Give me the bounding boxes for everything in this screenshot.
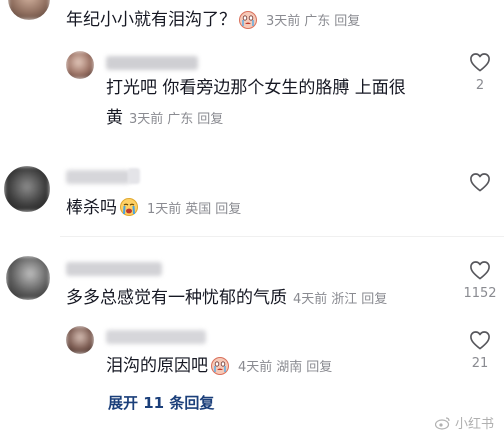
comment-time: 3天前 <box>129 112 164 127</box>
weibo-logo-icon <box>434 416 450 430</box>
username-blurred[interactable] <box>106 56 198 70</box>
comment-text: 年纪小小就有泪沟了？ 3天前 广东 回复 <box>66 10 361 30</box>
comment-text: 多多总感觉有一种忧郁的气质 4天前 浙江 回复 <box>66 288 388 308</box>
comment-time: 3天前 <box>266 14 301 29</box>
crying-face-emoji-icon <box>239 11 257 29</box>
like-button[interactable]: 2 <box>460 52 500 93</box>
comment-location: 广东 <box>304 14 331 29</box>
heart-icon <box>470 331 490 350</box>
reply-button[interactable]: 回复 <box>197 112 223 127</box>
watermark-text: 小红书 <box>454 417 494 432</box>
reply-button[interactable]: 回复 <box>361 292 387 307</box>
username-blurred[interactable] <box>66 170 130 184</box>
heart-icon <box>470 173 490 192</box>
divider <box>60 236 504 237</box>
comment-time: 4天前 <box>238 360 273 375</box>
like-count: 21 <box>471 356 489 371</box>
like-button[interactable]: 1152 <box>460 260 500 301</box>
avatar[interactable] <box>66 326 94 354</box>
watermark: 小红书 <box>434 413 494 432</box>
crying-face-emoji-icon <box>120 198 138 216</box>
comment-location: 浙江 <box>331 292 358 307</box>
like-button[interactable] <box>460 172 500 192</box>
username-blurred[interactable] <box>66 262 162 276</box>
crying-face-emoji-icon <box>211 357 229 375</box>
comment-location: 广东 <box>167 112 194 127</box>
comment-time: 4天前 <box>293 292 328 307</box>
reply-button[interactable]: 回复 <box>334 14 360 29</box>
username-blurred[interactable] <box>106 330 206 344</box>
comment-time: 1天前 <box>147 202 182 217</box>
like-button[interactable]: 21 <box>460 330 500 371</box>
like-count: 1152 <box>463 286 497 301</box>
avatar[interactable] <box>6 256 50 300</box>
comment-location: 湖南 <box>276 360 303 375</box>
reply-button[interactable]: 回复 <box>306 360 332 375</box>
comment-text-continued: 黄 3天前 广东 回复 <box>106 108 224 128</box>
reply-button[interactable]: 回复 <box>215 202 241 217</box>
comment-text: 泪沟的原因吧 4天前 湖南 回复 <box>106 356 333 376</box>
like-count: 2 <box>475 78 485 93</box>
comment-location: 英国 <box>185 202 212 217</box>
expand-replies-button[interactable]: 展开 11 条回复 <box>108 392 214 413</box>
heart-icon <box>470 261 490 280</box>
avatar[interactable] <box>8 0 50 20</box>
avatar[interactable] <box>4 166 50 212</box>
heart-icon <box>470 53 490 72</box>
comment-text: 打光吧 你看旁边那个女生的胳膊 上面很 <box>106 78 406 98</box>
avatar[interactable] <box>66 51 94 79</box>
comment-text: 棒杀吗 1天前 英国 回复 <box>66 198 242 218</box>
user-badge <box>128 168 140 184</box>
